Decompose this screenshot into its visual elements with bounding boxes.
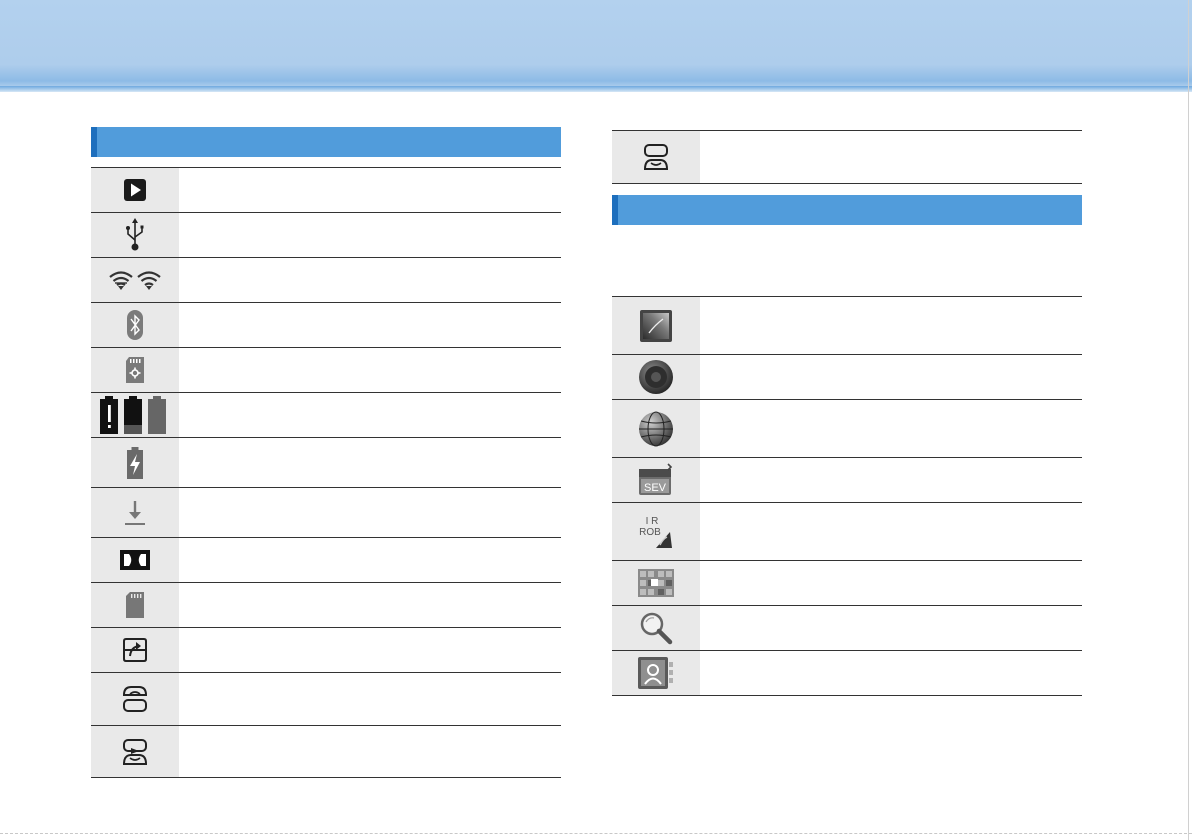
row-description [179, 672, 561, 726]
row-description [700, 296, 1082, 355]
contacts-app-icon [638, 657, 673, 689]
sd-card-setup-icon [126, 357, 144, 383]
right-top-icon-table [612, 130, 1082, 184]
wifi-hotspot-icon [109, 271, 161, 290]
table-row [91, 627, 561, 673]
table-row [612, 650, 1082, 696]
left-section-heading-bar [91, 127, 561, 157]
table-row [91, 167, 561, 213]
row-description [179, 392, 561, 438]
row-description [179, 582, 561, 628]
screen-mirror-icon [123, 638, 147, 662]
row-description [179, 487, 561, 538]
row-description [700, 560, 1082, 606]
row-description [700, 457, 1082, 503]
svg-text:I R: I R [646, 516, 659, 527]
left-icon-table [91, 167, 561, 778]
table-row [612, 354, 1082, 400]
download-icon [125, 500, 145, 525]
row-description [179, 212, 561, 258]
play-store-icon [124, 179, 146, 201]
table-row [91, 487, 561, 538]
music-app-icon [639, 360, 673, 394]
search-app-icon [640, 612, 673, 645]
gallery-app-icon [640, 309, 672, 342]
screen-play-icon [122, 738, 148, 765]
row-description [700, 605, 1082, 651]
table-row [91, 725, 561, 778]
table-row [612, 560, 1082, 606]
table-row: I R ROB [612, 502, 1082, 561]
row-description [700, 502, 1082, 561]
row-description [700, 650, 1082, 696]
dolby-icon [120, 550, 150, 570]
apps-grid-icon [638, 569, 674, 597]
table-row [612, 130, 1082, 184]
table-row [612, 399, 1082, 458]
table-row [91, 212, 561, 258]
svg-text:SEV: SEV [644, 482, 667, 494]
table-row [91, 672, 561, 726]
table-row [91, 392, 561, 438]
table-row [91, 437, 561, 488]
row-description [179, 167, 561, 213]
dual-screen-icon [122, 686, 148, 712]
row-description [700, 354, 1082, 400]
header-band [0, 0, 1192, 92]
page-edge [1188, 0, 1189, 840]
row-description [700, 399, 1082, 458]
table-row [91, 347, 561, 393]
row-description [179, 437, 561, 488]
row-description [179, 257, 561, 303]
sd-card-icon [126, 592, 144, 618]
row-description [179, 627, 561, 673]
screen-link-icon [643, 144, 669, 170]
row-description [700, 130, 1082, 184]
page-bottom-guide [0, 833, 1192, 834]
sev-app-icon: SEV [639, 463, 673, 495]
table-row [612, 296, 1082, 355]
row-description [179, 347, 561, 393]
usb-icon [126, 218, 144, 251]
ir-remote-app-icon: I R ROB [639, 516, 672, 548]
table-row [91, 537, 561, 583]
bluetooth-icon [127, 310, 143, 340]
svg-text:ROB: ROB [639, 527, 661, 538]
right-app-icon-table: SEV I R ROB [612, 296, 1082, 696]
battery-status-icon [100, 396, 166, 434]
right-section-heading-bar [612, 195, 1082, 225]
table-row [91, 302, 561, 348]
table-row [91, 257, 561, 303]
table-row [612, 605, 1082, 651]
row-description [179, 725, 561, 778]
row-description [179, 537, 561, 583]
row-description [179, 302, 561, 348]
table-row [91, 582, 561, 628]
browser-app-icon [639, 411, 673, 446]
table-row: SEV [612, 457, 1082, 503]
battery-charging-icon [127, 446, 143, 479]
